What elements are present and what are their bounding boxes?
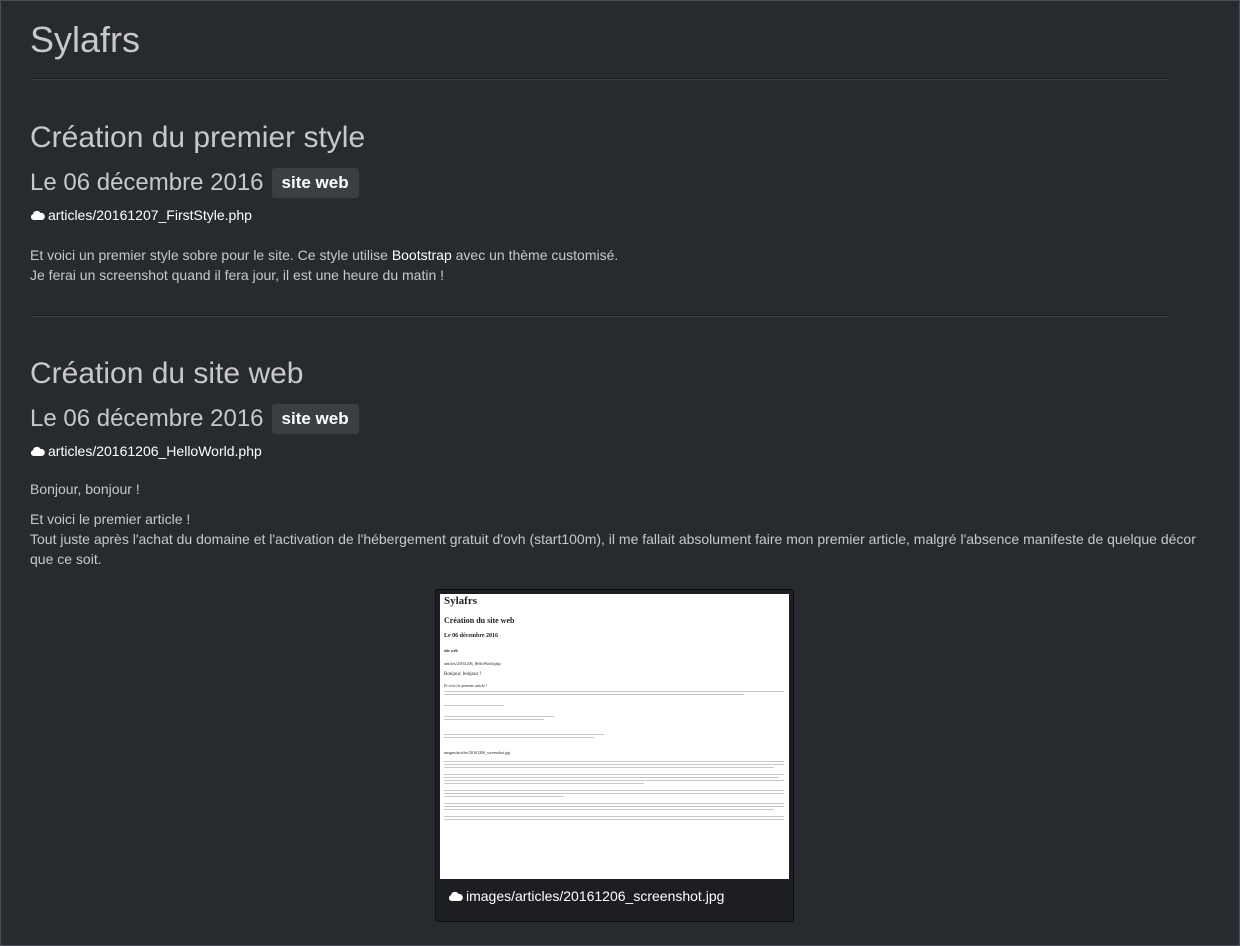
article-meta: Le 06 décembre 2016 site web bbox=[30, 168, 1210, 198]
preview-tag: site web bbox=[444, 648, 458, 653]
article-date: Le 06 décembre 2016 bbox=[30, 405, 264, 432]
article-meta: Le 06 décembre 2016 site web bbox=[30, 404, 1210, 434]
preview-article-title: Création du site web bbox=[444, 616, 515, 625]
article-title[interactable]: Création du site web bbox=[30, 356, 1210, 392]
preview-text-line bbox=[444, 819, 784, 820]
preview-text-line bbox=[444, 793, 784, 794]
preview-site-title: Sylafrs bbox=[444, 595, 477, 607]
cloud-icon bbox=[30, 210, 45, 220]
preview-text-line bbox=[444, 816, 784, 817]
bootstrap-link[interactable]: Bootstrap bbox=[392, 247, 452, 263]
paragraph-text: Tout juste après l'achat du domaine et l… bbox=[30, 531, 1196, 567]
preview-text-line bbox=[444, 780, 784, 781]
page-container: Sylafrs Création du premier style Le 06 … bbox=[1, 1, 1239, 922]
preview-text-line bbox=[444, 783, 644, 784]
site-title[interactable]: Sylafrs bbox=[30, 1, 1210, 61]
article: Création du site web Le 06 décembre 2016… bbox=[30, 356, 1210, 569]
preview-text-line bbox=[444, 796, 564, 797]
preview-text-line bbox=[444, 767, 774, 768]
article-file-link[interactable]: articles/20161207_FirstStyle.php bbox=[30, 207, 1210, 223]
cloud-icon bbox=[448, 891, 463, 901]
preview-intro: Et voici le premier article ! bbox=[444, 683, 488, 688]
preview-text-line bbox=[444, 803, 784, 804]
paragraph-text: Je ferai un screenshot quand il fera jou… bbox=[30, 267, 445, 283]
header-divider bbox=[30, 78, 1170, 80]
cloud-icon bbox=[30, 446, 45, 456]
preview-text-line bbox=[444, 694, 744, 695]
preview-text-line bbox=[444, 764, 784, 765]
paragraph-text: Et voici le premier article ! bbox=[30, 511, 191, 527]
caption-path: images/articles/20161206_screenshot.jpg bbox=[466, 888, 725, 904]
paragraph-text: Et voici un premier style sobre pour le … bbox=[30, 247, 392, 263]
paragraph-text: avec un thème customisé. bbox=[451, 247, 619, 263]
preview-text-line bbox=[444, 716, 554, 717]
article-date: Le 06 décembre 2016 bbox=[30, 169, 264, 196]
preview-file: articles/20161206_HelloWorld.php bbox=[444, 661, 501, 666]
preview-greeting: Bonjour, bonjour ! bbox=[444, 672, 482, 677]
screenshot-image[interactable]: Sylafrs Création du site web Le 06 décem… bbox=[440, 594, 789, 879]
preview-text-line bbox=[444, 737, 594, 738]
preview-text-line bbox=[444, 809, 774, 810]
preview-text-line bbox=[444, 734, 604, 735]
article-paragraph: Et voici le premier article ! Tout juste … bbox=[30, 509, 1210, 569]
preview-text-line bbox=[444, 806, 784, 807]
article-paragraph: Et voici un premier style sobre pour le … bbox=[30, 245, 1210, 285]
tag-badge[interactable]: site web bbox=[271, 404, 359, 434]
preview-text-line bbox=[444, 705, 504, 706]
preview-text-line bbox=[444, 691, 784, 692]
tag-badge[interactable]: site web bbox=[271, 168, 359, 198]
preview-image-path: images/articles/20161206_screenshot.jpg bbox=[444, 750, 511, 755]
article-greeting: Bonjour, bonjour ! bbox=[30, 481, 140, 497]
preview-text-line bbox=[444, 777, 779, 778]
article-file-path: articles/20161206_HelloWorld.php bbox=[48, 443, 262, 459]
article: Création du premier style Le 06 décembre… bbox=[30, 120, 1210, 285]
preview-date: Le 06 décembre 2016 bbox=[444, 633, 499, 639]
article-file-path: articles/20161207_FirstStyle.php bbox=[48, 207, 252, 223]
article-title[interactable]: Création du premier style bbox=[30, 120, 1210, 156]
thumbnail-caption[interactable]: images/articles/20161206_screenshot.jpg bbox=[448, 888, 724, 904]
article-file-link[interactable]: articles/20161206_HelloWorld.php bbox=[30, 443, 1210, 459]
preview-text-line bbox=[444, 774, 784, 775]
article-divider bbox=[30, 315, 1170, 317]
preview-text-line bbox=[444, 790, 784, 791]
preview-text-line bbox=[444, 761, 784, 762]
screenshot-thumbnail[interactable]: Sylafrs Création du site web Le 06 décem… bbox=[435, 589, 794, 922]
preview-text-line bbox=[444, 719, 544, 720]
